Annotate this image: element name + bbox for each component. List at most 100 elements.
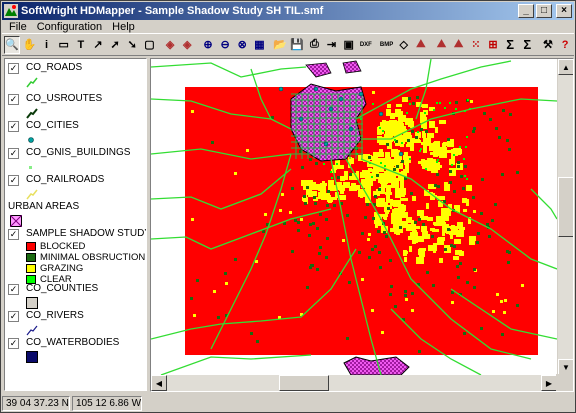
grazing-cell xyxy=(419,250,425,257)
compass-button[interactable]: ◇ xyxy=(396,36,412,54)
minimal-cell xyxy=(434,184,437,187)
info-button[interactable]: i xyxy=(38,36,54,54)
select-arrow-button[interactable]: ➚ xyxy=(107,36,123,54)
minimal-cell xyxy=(368,156,371,159)
grid-button[interactable]: ⊞ xyxy=(485,36,501,54)
layer-checkbox[interactable]: ✓ xyxy=(8,94,19,105)
horizontal-scrollbar[interactable]: ◀ ▶ xyxy=(151,375,557,391)
text-tool-button[interactable]: T xyxy=(73,36,89,54)
map-view[interactable]: ▲ ▼ ◀ ▶ xyxy=(150,58,574,392)
clear-cell xyxy=(424,112,426,114)
shadow-study-icon: ⛰ xyxy=(416,38,426,50)
hand-pan-button[interactable]: ✋ xyxy=(21,36,37,54)
open-icon: 📂 xyxy=(273,39,287,51)
minimal-cell xyxy=(444,248,447,251)
map-button[interactable]: ▦ xyxy=(251,36,267,54)
zoom-out-button[interactable]: ⊖ xyxy=(217,36,233,54)
shadow-study-button[interactable]: ⛰ xyxy=(413,36,429,54)
grazing-cell xyxy=(281,193,284,196)
scroll-left-button[interactable]: ◀ xyxy=(151,375,167,391)
layer-checkbox[interactable]: ✓ xyxy=(8,311,19,322)
grazing-cell xyxy=(387,123,394,126)
minimal-cell xyxy=(472,130,475,133)
minimal-cell xyxy=(311,264,314,267)
layer-checkbox[interactable]: ✓ xyxy=(8,338,19,349)
minimal-cell xyxy=(374,195,377,198)
minimal-cell xyxy=(304,202,307,205)
tools-button[interactable]: ⚒ xyxy=(540,36,556,54)
print-button[interactable]: ⎙ xyxy=(306,36,322,54)
minimal-cell xyxy=(325,218,328,221)
bitmap-button[interactable]: ▣ xyxy=(341,36,357,54)
layer-checkbox[interactable]: ✓ xyxy=(8,63,19,74)
grazing-cell xyxy=(410,121,414,128)
profile-button[interactable]: ⛰ xyxy=(451,36,467,54)
scroll-right-button[interactable]: ▶ xyxy=(541,375,557,391)
menu-help[interactable]: Help xyxy=(107,21,140,33)
grazing-cell xyxy=(504,299,507,302)
layer-checkbox[interactable]: ✓ xyxy=(8,175,19,186)
menu-file[interactable]: File xyxy=(4,21,32,33)
layer-checkbox[interactable]: ✓ xyxy=(8,121,19,132)
minimal-cell xyxy=(463,332,466,335)
zoom-tool-button[interactable]: 🔍 xyxy=(4,35,21,54)
map-canvas[interactable] xyxy=(151,59,557,375)
minimal-cell xyxy=(376,174,379,177)
layer-checkbox[interactable]: ✓ xyxy=(8,148,19,159)
class-label: GRAZING xyxy=(40,263,84,274)
vertical-scroll-thumb[interactable] xyxy=(558,177,573,237)
export-button[interactable]: ⇥ xyxy=(323,36,339,54)
minimal-cell xyxy=(379,266,382,269)
grazing-cell xyxy=(463,209,467,212)
pointer-button[interactable]: ➘ xyxy=(124,36,140,54)
sum-button[interactable]: Σ xyxy=(502,36,518,54)
open-button[interactable]: 📂 xyxy=(272,36,288,54)
close-button[interactable]: × xyxy=(556,4,572,18)
zoom-in-button[interactable]: ⊕ xyxy=(200,36,216,54)
waterbody-fill-symbol-icon xyxy=(26,351,38,363)
layer-checkbox[interactable]: ✓ xyxy=(8,284,19,295)
scroll-down-button[interactable]: ▼ xyxy=(558,359,573,375)
save-button[interactable]: 💾 xyxy=(289,36,305,54)
vertical-scrollbar[interactable]: ▲ ▼ xyxy=(557,59,573,375)
minimal-cell xyxy=(509,113,512,116)
layers-button[interactable]: ◈ xyxy=(162,36,178,54)
points-button[interactable]: ⁙ xyxy=(468,36,484,54)
scroll-up-button[interactable]: ▲ xyxy=(558,59,573,75)
minimal-cell xyxy=(416,96,419,99)
bmp-button[interactable]: BMP xyxy=(378,36,394,54)
grazing-cell xyxy=(372,91,375,94)
menu-bar: File Configuration Help xyxy=(2,20,574,34)
sum-plus-button[interactable]: Σ xyxy=(519,36,535,54)
title-bar[interactable]: SoftWright HDMapper - Sample Shadow Stud… xyxy=(2,2,574,20)
zoom-extent-button[interactable]: ⊗ xyxy=(234,36,250,54)
label-button[interactable]: ▭ xyxy=(56,36,72,54)
coverage-button[interactable]: ⛰ xyxy=(433,36,449,54)
grazing-cell xyxy=(387,104,391,108)
minimal-cell xyxy=(250,332,253,335)
grazing-cell xyxy=(306,190,311,195)
minimal-cell xyxy=(309,223,312,226)
minimal-cell xyxy=(374,245,377,248)
minimal-cell xyxy=(297,221,300,224)
class-blocked: BLOCKED xyxy=(26,241,85,252)
horizontal-scroll-thumb[interactable] xyxy=(279,375,329,391)
minimal-cell xyxy=(385,235,388,238)
minimal-cell xyxy=(457,276,460,279)
dxf-button[interactable]: DXF xyxy=(358,36,374,54)
layer-checkbox[interactable]: ✓ xyxy=(8,229,19,240)
grazing-cell xyxy=(422,104,428,108)
minimal-cell xyxy=(387,207,390,210)
measure-button[interactable]: ↗ xyxy=(90,36,106,54)
layers-edit-button[interactable]: ◈ xyxy=(179,36,195,54)
minimize-button[interactable]: _ xyxy=(518,4,534,18)
help-button[interactable]: ? xyxy=(557,36,573,54)
grazing-cell xyxy=(454,239,461,244)
grazing-cell xyxy=(429,121,435,128)
menu-configuration[interactable]: Configuration xyxy=(32,21,107,33)
grazing-cell xyxy=(435,127,438,133)
maximize-button[interactable]: □ xyxy=(536,4,552,18)
grazing-cell xyxy=(451,301,454,304)
folder-button[interactable]: ▢ xyxy=(141,36,157,54)
grazing-cell xyxy=(368,168,372,172)
